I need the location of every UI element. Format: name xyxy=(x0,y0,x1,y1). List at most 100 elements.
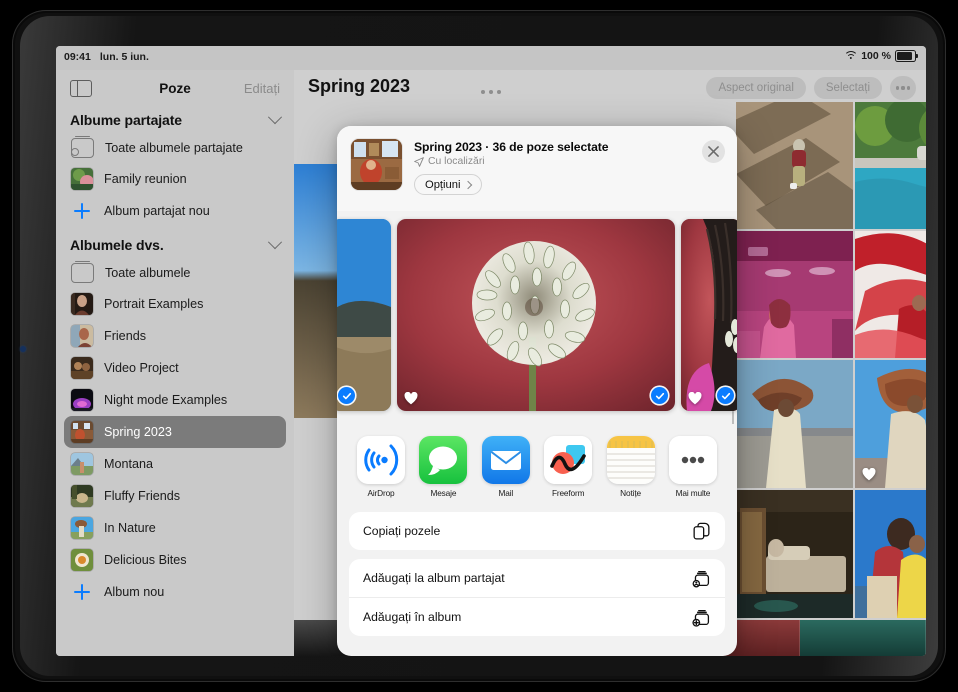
photo-cell[interactable] xyxy=(855,360,926,488)
sidebar-section-header-your-albums[interactable]: Albumele dvs. xyxy=(56,227,294,258)
battery-percentage: 100 % xyxy=(861,50,891,62)
multitasking-handle[interactable] xyxy=(481,90,501,94)
selected-photo-thumbnail xyxy=(351,139,402,190)
app-label: Freeform xyxy=(542,488,594,498)
carousel-photo-main[interactable] xyxy=(397,219,675,411)
options-button[interactable]: Opțiuni xyxy=(414,174,482,195)
sidebar-item-video-project[interactable]: Video Project xyxy=(64,352,286,384)
sidebar-item-label: Night mode Examples xyxy=(104,393,227,407)
sidebar-item-label: Video Project xyxy=(104,361,179,375)
action-group: Copiați pozele xyxy=(349,512,725,550)
chevron-down-icon[interactable] xyxy=(268,110,282,124)
sidebar-item-montana[interactable]: Montana xyxy=(64,448,286,480)
favorite-heart-icon[interactable] xyxy=(688,392,702,405)
album-thumbnail xyxy=(71,485,93,507)
photo-cell[interactable] xyxy=(855,102,926,229)
album-thumbnail xyxy=(71,293,93,315)
status-bar-left: 09:41 lun. 5 iun. xyxy=(64,51,149,63)
sidebar-item-album-partajat-nou[interactable]: Album partajat nou xyxy=(64,195,286,227)
chevron-down-icon[interactable] xyxy=(268,235,282,249)
share-sheet-meta: Spring 2023 · 36 de poze selectate Cu lo… xyxy=(414,139,723,211)
photo-cell[interactable] xyxy=(736,360,853,488)
status-time: 09:41 xyxy=(64,51,91,63)
sidebar-scroll[interactable]: Albume partajate Toate albumele partajat… xyxy=(56,106,294,656)
action-copy-photos[interactable]: Copiați pozele xyxy=(349,512,725,550)
options-label: Opțiuni xyxy=(425,179,460,191)
notes-icon xyxy=(607,436,655,484)
add-to-album-icon xyxy=(692,608,711,627)
messages-icon xyxy=(419,436,467,484)
sidebar-section-header-shared[interactable]: Albume partajate xyxy=(56,106,294,133)
sidebar-item-label: Delicious Bites xyxy=(104,553,187,567)
albums-icon xyxy=(71,263,94,283)
share-target-airdrop[interactable]: AirDrop xyxy=(355,436,407,498)
sidebar-item-album-nou[interactable]: Album nou xyxy=(64,576,286,608)
share-target-messages[interactable]: Mesaje xyxy=(417,436,469,498)
close-icon xyxy=(708,146,719,157)
sidebar-edit-button[interactable]: Editați xyxy=(244,81,280,96)
photo-cell[interactable] xyxy=(736,490,853,618)
share-target-mail[interactable]: Mail xyxy=(480,436,532,498)
sidebar-item-fluffy-friends[interactable]: Fluffy Friends xyxy=(64,480,286,512)
selection-checkmark[interactable] xyxy=(338,387,355,404)
share-sheet: Spring 2023 · 36 de poze selectate Cu lo… xyxy=(337,126,737,656)
more-icon xyxy=(669,436,717,484)
photo-cell[interactable] xyxy=(736,102,853,229)
sidebar-item-label: Portrait Examples xyxy=(104,297,203,311)
sidebar-item-family-reunion[interactable]: Family reunion xyxy=(64,163,286,195)
select-button[interactable]: Selectați xyxy=(814,77,882,99)
selection-checkmark[interactable] xyxy=(717,387,734,404)
carousel-row xyxy=(337,219,737,411)
share-sheet-header: Spring 2023 · 36 de poze selectate Cu lo… xyxy=(337,126,737,211)
sidebar-item-toate-albumele[interactable]: Toate albumele xyxy=(64,258,286,288)
sidebar-navigation-bar: Poze Editați xyxy=(56,70,294,106)
sidebar-item-label: Fluffy Friends xyxy=(104,489,180,503)
share-sheet-title: Spring 2023 · 36 de poze selectate xyxy=(414,140,723,154)
app-label: Mail xyxy=(480,488,532,498)
album-thumbnail xyxy=(71,549,93,571)
aspect-original-button[interactable]: Aspect original xyxy=(706,77,805,99)
carousel-photo[interactable] xyxy=(681,219,737,411)
front-camera xyxy=(20,346,26,352)
add-to-shared-album-icon xyxy=(692,569,711,588)
sidebar-item-friends[interactable]: Friends xyxy=(64,320,286,352)
selected-photos-carousel[interactable] xyxy=(337,211,737,424)
plus-icon xyxy=(71,581,93,603)
photo-cell[interactable] xyxy=(855,490,926,618)
album-thumbnail xyxy=(71,517,93,539)
album-thumbnail xyxy=(71,325,93,347)
carousel-scroll-indicator[interactable] xyxy=(732,411,735,424)
app-label: AirDrop xyxy=(355,488,407,498)
carousel-photo[interactable] xyxy=(337,219,391,411)
selection-checkmark[interactable] xyxy=(651,387,668,404)
sidebar-item-in-nature[interactable]: In Nature xyxy=(64,512,286,544)
shared-albums-icon xyxy=(71,138,94,158)
action-add-to-album[interactable]: Adăugați în album xyxy=(349,597,725,636)
sidebar-item-label: Montana xyxy=(104,457,153,471)
filmstrip-photo[interactable] xyxy=(800,620,926,656)
share-sheet-subtitle-row: Cu localizări xyxy=(414,156,723,167)
sidebar-item-delicious-bites[interactable]: Delicious Bites xyxy=(64,544,286,576)
sidebar-item-label: Friends xyxy=(104,329,146,343)
screenshot-root: 09:41 lun. 5 iun. 100 % Spring 2023 Aspe… xyxy=(0,0,958,692)
more-options-icon[interactable] xyxy=(890,76,916,100)
close-button[interactable] xyxy=(702,140,725,163)
favorite-heart-icon[interactable] xyxy=(404,392,418,405)
share-sheet-subtitle: Cu localizări xyxy=(428,156,485,167)
plus-icon xyxy=(71,200,93,222)
share-app-row: AirDrop Mesaje xyxy=(337,424,737,502)
share-target-notes[interactable]: Notițe xyxy=(605,436,657,498)
page-title: Spring 2023 xyxy=(308,76,410,97)
sidebar-item-portrait-examples[interactable]: Portrait Examples xyxy=(64,288,286,320)
share-target-more[interactable]: Mai multe xyxy=(667,436,719,498)
sidebar-item-night-mode-examples[interactable]: Night mode Examples xyxy=(64,384,286,416)
photo-cell[interactable] xyxy=(855,231,926,358)
sidebar-item-spring-2023[interactable]: Spring 2023 xyxy=(64,416,286,448)
action-add-to-shared-album[interactable]: Adăugați la album partajat xyxy=(349,559,725,597)
photo-cell[interactable] xyxy=(736,231,853,358)
sidebar-item-label: Toate albumele xyxy=(105,266,190,280)
sidebar-item-toate-albumele-partajate[interactable]: Toate albumele partajate xyxy=(64,133,286,163)
ipad-screen: 09:41 lun. 5 iun. 100 % Spring 2023 Aspe… xyxy=(56,46,926,656)
battery-icon xyxy=(895,50,916,62)
share-target-freeform[interactable]: Freeform xyxy=(542,436,594,498)
